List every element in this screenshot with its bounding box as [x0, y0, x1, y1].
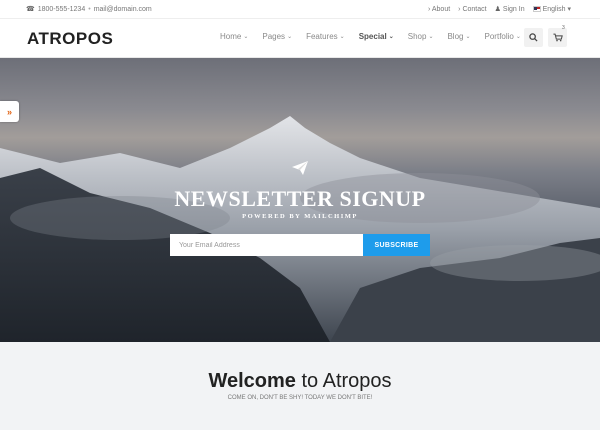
main-nav: Home ⌄ Pages ⌄ Features ⌄ Special ⌄ Shop ⌄ Bl… [220, 32, 535, 41]
contact-label: Contact [462, 5, 487, 13]
nav-label: Blog [447, 32, 464, 41]
welcome-tagline: COME ON, DON'T BE SHY! TODAY WE DON'T BI… [227, 395, 373, 401]
top-links: › About › Contact ♟ Sign In English ▾ [428, 5, 571, 14]
link-chevron-icon: › [427, 5, 431, 13]
email-address[interactable]: mail@domain.com [94, 6, 152, 13]
nav-item-special[interactable]: Special ⌄ [359, 32, 394, 41]
nav-item-home[interactable]: Home ⌄ [220, 32, 248, 41]
nav-item-pages[interactable]: Pages ⌄ [262, 32, 292, 41]
nav-item-shop[interactable]: Shop ⌄ [408, 32, 434, 41]
chevron-down-icon: ⌄ [287, 34, 293, 40]
site-logo[interactable]: ATROPOS [27, 29, 113, 49]
chevron-down-icon: ⌄ [388, 34, 394, 40]
chevron-down-icon: ⌄ [515, 34, 521, 40]
contact-info: ☎ 1800-555-1234 • mail@domain.com [26, 5, 152, 14]
users-icon: ♟ [494, 6, 501, 13]
newsletter-subtitle: POWERED BY MAILCHIMP [242, 213, 358, 220]
nav-item-blog[interactable]: Blog ⌄ [447, 32, 470, 41]
double-chevron-right-icon: » [6, 106, 12, 117]
nav-label: Pages [262, 32, 286, 41]
nav-item-features[interactable]: Features ⌄ [306, 32, 345, 41]
chevron-down-icon: ⌄ [465, 34, 471, 40]
sign-in-label: Sign In [502, 6, 525, 13]
language-label: English [542, 6, 566, 13]
search-button[interactable] [524, 28, 543, 47]
chevron-down-icon: ⌄ [243, 34, 249, 40]
email-input[interactable] [170, 234, 363, 256]
paper-plane-icon [292, 161, 308, 175]
about-label: About [431, 5, 451, 13]
phone-number[interactable]: 1800-555-1234 [38, 6, 86, 13]
side-panel-toggle[interactable]: » [0, 101, 19, 122]
chevron-down-icon: ⌄ [339, 34, 345, 40]
cart-icon [552, 33, 563, 42]
search-icon [529, 33, 538, 42]
welcome-rest: to Atropos [301, 370, 392, 392]
subscribe-button[interactable]: SUBSCRIBE [363, 234, 430, 256]
phone-icon: ☎ [26, 6, 35, 13]
chevron-down-icon: ⌄ [428, 34, 434, 40]
language-selector[interactable]: English ▾ [532, 5, 571, 13]
link-chevron-icon: › [458, 5, 461, 13]
flag-icon [532, 6, 541, 13]
about-link[interactable]: › About [428, 6, 450, 13]
sign-in-link[interactable]: ♟ Sign In [495, 5, 525, 13]
nav-label: Special [358, 32, 387, 41]
top-bar: ☎ 1800-555-1234 • mail@domain.com › Abou… [0, 0, 600, 19]
newsletter-title: NEWSLETTER SIGNUP [174, 186, 426, 211]
nav-label: Portfolio [484, 32, 514, 41]
nav-item-portfolio[interactable]: Portfolio ⌄ [485, 32, 521, 41]
caret-down-icon: ▾ [567, 6, 571, 13]
nav-label: Home [220, 32, 242, 41]
nav-label: Shop [407, 32, 427, 41]
contact-link[interactable]: › Contact [458, 6, 486, 13]
main-header: ATROPOS Home ⌄ Pages ⌄ Features ⌄ Special ⌄ … [0, 19, 600, 58]
separator: • [88, 5, 91, 13]
welcome-heading: Welcome to Atropos [0, 370, 600, 393]
welcome-bold: Welcome [208, 370, 296, 392]
nav-label: Features [306, 32, 338, 41]
cart-count-badge: 3 [562, 25, 565, 31]
